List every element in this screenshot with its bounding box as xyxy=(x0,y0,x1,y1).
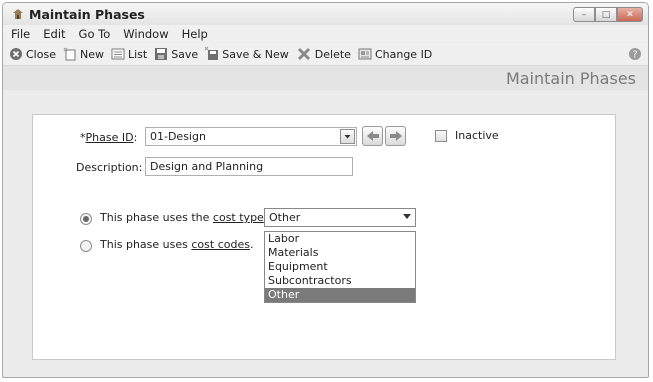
title-bar: Maintain Phases – □ ✕ xyxy=(3,3,648,25)
phase-id-label-colon: : xyxy=(133,131,138,144)
close-button-label: Close xyxy=(26,47,56,61)
cost-codes-radio-label: This phase uses cost codes. xyxy=(100,238,253,251)
delete-button[interactable]: Delete xyxy=(296,47,351,61)
phase-id-input[interactable]: 01-Design xyxy=(145,127,357,146)
cost-type-selected: Other xyxy=(269,211,301,224)
close-circle-icon xyxy=(10,48,22,60)
change-id-button-label: Change ID xyxy=(374,47,433,61)
save-disk-icon xyxy=(155,48,168,60)
cost-type-option-other[interactable]: Other xyxy=(265,288,415,302)
cost-type-select[interactable]: Other xyxy=(264,208,416,227)
cost-type-option-materials[interactable]: Materials xyxy=(265,246,415,260)
new-button-label: New xyxy=(79,47,104,61)
window-controls: – □ ✕ xyxy=(573,7,643,22)
save-and-new-button[interactable]: Save & New xyxy=(205,47,289,61)
cost-type-option-equipment[interactable]: Equipment xyxy=(265,260,415,274)
change-id-button[interactable]: Change ID xyxy=(358,47,432,61)
new-button[interactable]: New xyxy=(63,47,104,61)
phase-id-label-text: Phase ID xyxy=(85,131,134,144)
app-icon xyxy=(13,9,23,19)
cost-type-radio-label: This phase uses the cost type xyxy=(100,211,264,224)
change-id-icon xyxy=(358,48,372,60)
menu-window[interactable]: Window xyxy=(123,27,168,41)
save-and-new-button-label: Save & New xyxy=(222,47,289,61)
minimize-icon[interactable]: – xyxy=(573,7,595,22)
cost-codes-radio-suffix: . xyxy=(249,238,254,251)
cost-type-dropdown-list: Labor Materials Equipment Subcontractors… xyxy=(264,231,416,303)
chevron-down-icon xyxy=(403,214,411,219)
svg-text:?: ? xyxy=(632,50,637,61)
save-button-label: Save xyxy=(171,47,199,61)
inactive-label: Inactive xyxy=(455,129,499,142)
inactive-checkbox[interactable] xyxy=(435,130,447,142)
menu-help[interactable]: Help xyxy=(182,27,208,41)
save-and-new-icon xyxy=(205,47,219,60)
form-header: Maintain Phases xyxy=(3,66,648,90)
description-input[interactable]: Design and Planning xyxy=(145,157,353,176)
chevron-down-icon xyxy=(344,135,351,139)
menu-go-to[interactable]: Go To xyxy=(79,27,111,41)
menu-bar: File Edit Go To Window Help xyxy=(3,25,648,42)
description-label: Description: xyxy=(76,161,143,174)
maximize-icon[interactable]: □ xyxy=(595,7,617,22)
phase-id-dropdown-button[interactable] xyxy=(340,129,355,144)
list-icon xyxy=(111,48,125,60)
form-title: Maintain Phases xyxy=(505,69,636,88)
cost-type-radio[interactable] xyxy=(80,213,92,225)
cost-type-option-subcontractors[interactable]: Subcontractors xyxy=(265,274,415,288)
save-button[interactable]: Save xyxy=(154,47,198,61)
arrow-left-icon xyxy=(366,131,379,141)
cost-codes-link[interactable]: cost codes xyxy=(191,238,250,251)
cost-codes-radio[interactable] xyxy=(80,240,92,252)
help-icon[interactable]: ? xyxy=(628,47,642,61)
list-button-label: List xyxy=(127,47,148,61)
delete-x-icon xyxy=(297,47,310,61)
menu-file[interactable]: File xyxy=(11,27,30,41)
close-button[interactable]: Close xyxy=(9,47,56,61)
new-record-icon xyxy=(63,47,76,61)
arrow-right-icon xyxy=(389,131,402,141)
previous-record-button[interactable] xyxy=(362,126,383,146)
window-title: Maintain Phases xyxy=(29,7,145,22)
delete-button-label: Delete xyxy=(314,47,351,61)
toolbar: Close New List Save Save & New Delete Ch… xyxy=(3,43,648,66)
next-record-button[interactable] xyxy=(385,126,406,146)
cost-type-link[interactable]: cost type xyxy=(213,211,264,224)
cost-type-option-labor[interactable]: Labor xyxy=(265,232,415,246)
close-window-icon[interactable]: ✕ xyxy=(617,7,643,22)
phase-id-label: *Phase ID: xyxy=(80,131,137,144)
list-button[interactable]: List xyxy=(111,47,147,61)
cost-type-radio-text: This phase uses the xyxy=(100,211,213,224)
cost-codes-radio-text: This phase uses xyxy=(100,238,192,251)
menu-edit[interactable]: Edit xyxy=(43,27,65,41)
